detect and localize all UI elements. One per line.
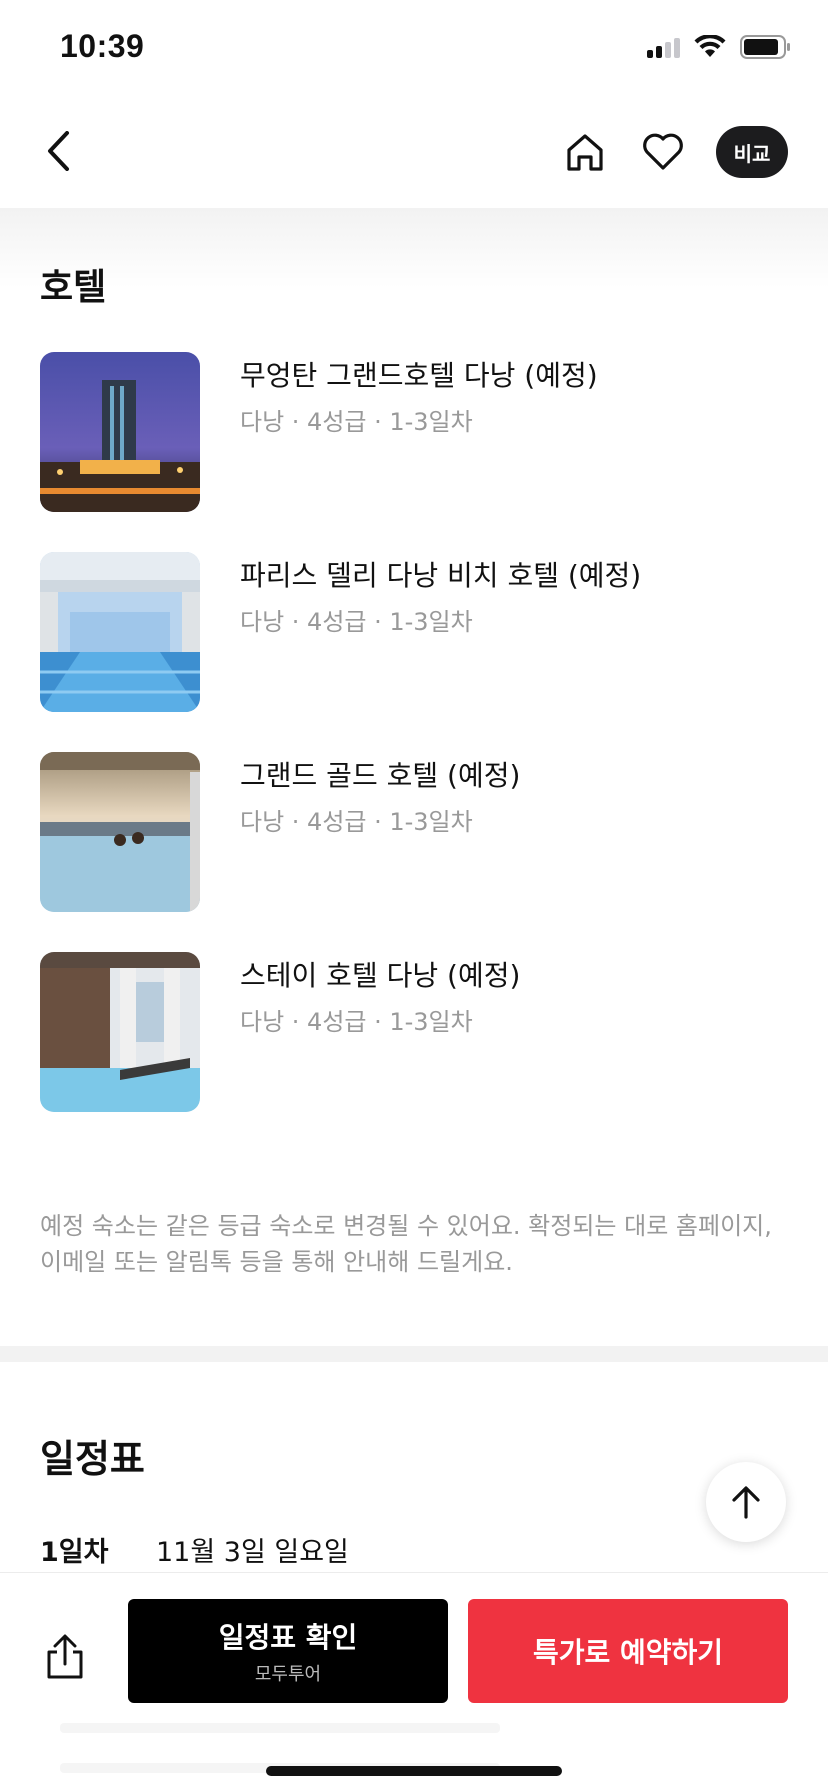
hotel-thumbnail xyxy=(40,352,200,512)
heart-icon xyxy=(643,133,683,170)
hotel-thumbnail xyxy=(40,552,200,712)
hotel-name: 파리스 델리 다낭 비치 호텔 (예정) xyxy=(240,559,642,592)
schedule-day-row: 1일차 11월 3일 일요일 xyxy=(40,1530,349,1569)
hotel-meta: 다낭 · 4성급 · 1-3일차 xyxy=(240,408,473,436)
schedule-day-date: 11월 3일 일요일 xyxy=(156,1537,349,1568)
status-icons xyxy=(647,34,792,60)
hotel-meta: 다낭 · 4성급 · 1-3일차 xyxy=(240,608,473,636)
hotel-name: 그랜드 골드 호텔 (예정) xyxy=(240,759,521,792)
wifi-icon xyxy=(694,35,726,59)
favorite-button[interactable] xyxy=(638,127,688,177)
hotel-meta: 다낭 · 4성급 · 1-3일차 xyxy=(240,808,473,836)
hotel-list-item[interactable]: 무엉탄 그랜드호텔 다낭 (예정) 다낭 · 4성급 · 1-3일차 xyxy=(40,352,800,552)
battery-icon xyxy=(740,34,792,60)
share-icon xyxy=(47,1634,83,1679)
share-button[interactable] xyxy=(40,1629,90,1685)
cellular-signal-icon xyxy=(647,36,680,58)
schedule-section-title: 일정표 xyxy=(40,1437,145,1481)
status-time: 10:39 xyxy=(60,28,145,64)
hotels-section-title: 호텔 xyxy=(40,267,107,308)
status-bar: 10:39 xyxy=(0,0,828,100)
home-indicator xyxy=(266,1766,562,1776)
nav-shadow xyxy=(0,208,828,288)
hotel-name: 스테이 호텔 다낭 (예정) xyxy=(240,959,521,992)
hotel-notice-text: 예정 숙소는 같은 등급 숙소로 변경될 수 있어요. 확정되는 대로 홈페이지… xyxy=(40,1212,772,1276)
hotel-thumbnail xyxy=(40,752,200,912)
view-schedule-sublabel: 모두투어 xyxy=(254,1664,322,1685)
arrow-up-icon xyxy=(732,1486,760,1519)
back-button[interactable] xyxy=(34,126,84,176)
view-schedule-label: 일정표 확인 xyxy=(218,1621,358,1654)
book-deal-button[interactable]: 특가로 예약하기 xyxy=(468,1599,788,1703)
section-divider xyxy=(0,1346,828,1362)
hotel-list: 무엉탄 그랜드호텔 다낭 (예정) 다낭 · 4성급 · 1-3일차 파리스 델… xyxy=(40,352,800,1152)
faded-background-content xyxy=(60,1693,500,1773)
hotel-list-item[interactable]: 그랜드 골드 호텔 (예정) 다낭 · 4성급 · 1-3일차 xyxy=(40,752,800,952)
navigation-bar: 비교 xyxy=(0,100,828,208)
hotel-list-item[interactable]: 스테이 호텔 다낭 (예정) 다낭 · 4성급 · 1-3일차 xyxy=(40,952,800,1152)
compare-button[interactable]: 비교 xyxy=(716,126,788,178)
view-schedule-button[interactable]: 일정표 확인 모두투어 xyxy=(128,1599,448,1703)
bottom-action-bar: 일정표 확인 모두투어 특가로 예약하기 xyxy=(0,1572,828,1792)
hotel-thumbnail xyxy=(40,952,200,1112)
hotel-name: 무엉탄 그랜드호텔 다낭 (예정) xyxy=(240,359,598,392)
hotel-meta: 다낭 · 4성급 · 1-3일차 xyxy=(240,1008,473,1036)
schedule-day-label: 1일차 xyxy=(40,1537,109,1568)
home-button[interactable] xyxy=(560,127,610,177)
hotel-list-item[interactable]: 파리스 델리 다낭 비치 호텔 (예정) 다낭 · 4성급 · 1-3일차 xyxy=(40,552,800,752)
home-icon xyxy=(567,134,603,171)
scroll-to-top-button[interactable] xyxy=(706,1462,786,1542)
chevron-left-icon xyxy=(48,131,69,171)
